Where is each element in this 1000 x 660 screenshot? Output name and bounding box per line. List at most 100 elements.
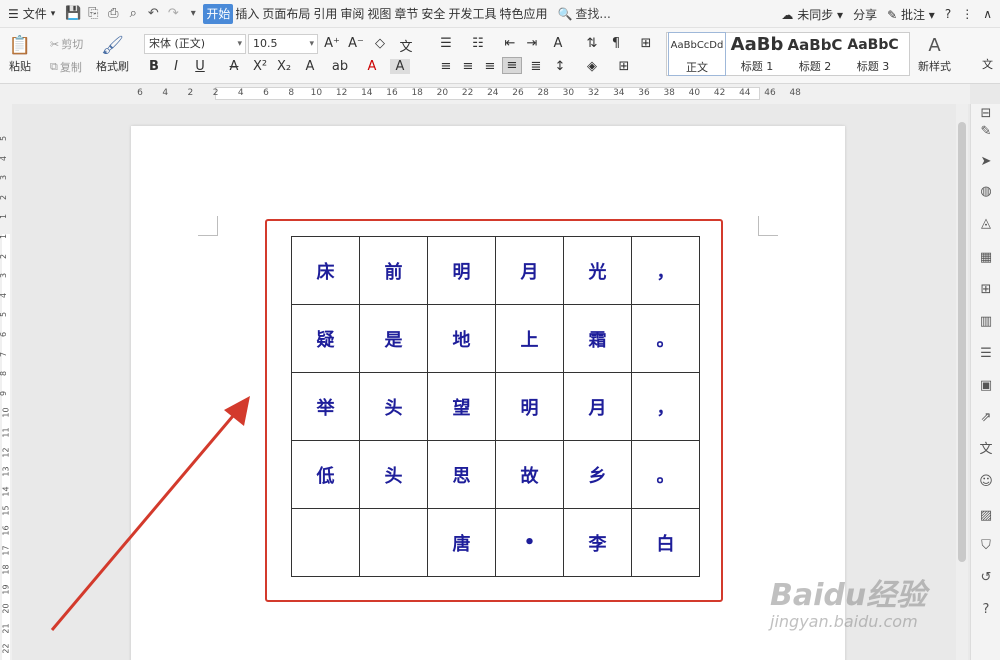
phonetic-icon[interactable]: 文 bbox=[396, 36, 416, 55]
new-style-button[interactable]: A 新样式 bbox=[918, 34, 951, 74]
print-preview-icon[interactable]: ⌕ bbox=[123, 4, 143, 24]
table-cell[interactable]: 明 bbox=[495, 372, 564, 441]
table-cell[interactable]: 明 bbox=[427, 236, 496, 305]
table-cell[interactable]: 地 bbox=[427, 304, 496, 373]
style-heading-2[interactable]: AaBbC 标题 2 bbox=[786, 32, 844, 76]
table-cell[interactable]: 思 bbox=[427, 440, 496, 509]
table-cell[interactable] bbox=[359, 508, 428, 577]
shading-icon[interactable]: ◈ bbox=[582, 59, 602, 74]
copy-button[interactable]: ⧉ 复制 bbox=[50, 59, 82, 75]
subscript-icon[interactable]: X₂ bbox=[274, 59, 294, 74]
style-normal[interactable]: AaBbCcDd 正文 bbox=[668, 32, 726, 76]
clear-format-icon[interactable]: ◇ bbox=[370, 36, 390, 51]
table-cell[interactable]: 上 bbox=[495, 304, 564, 373]
tab-security[interactable]: 安全 bbox=[420, 4, 446, 24]
help-icon[interactable]: ? bbox=[945, 7, 951, 21]
table-cell[interactable]: 故 bbox=[495, 440, 564, 509]
pen-icon[interactable]: ✎ bbox=[978, 124, 994, 140]
bold-icon[interactable]: B bbox=[144, 59, 164, 74]
decrease-indent-icon[interactable]: ⇤ bbox=[500, 36, 520, 51]
image-gallery-icon[interactable]: ▣ bbox=[978, 378, 994, 394]
collapse-ribbon-icon[interactable]: ∧ bbox=[983, 7, 992, 21]
table-cell[interactable]: 是 bbox=[359, 304, 428, 373]
vertical-ruler[interactable]: 5432112345678910111213141516171819202122 bbox=[0, 104, 12, 660]
history-icon[interactable]: ↺ bbox=[978, 570, 994, 586]
table-cell[interactable]: 李 bbox=[563, 508, 632, 577]
tab-special-apps[interactable]: 特色应用 bbox=[498, 4, 548, 24]
picture-icon[interactable]: ▨ bbox=[978, 508, 994, 524]
table-cell[interactable]: 唐 bbox=[427, 508, 496, 577]
strikethrough-icon[interactable]: A bbox=[224, 59, 244, 74]
help-circle-icon[interactable]: ? bbox=[978, 602, 994, 618]
table-cell[interactable] bbox=[291, 508, 360, 577]
more-icon[interactable]: ⋮ bbox=[961, 7, 973, 21]
bullets-icon[interactable]: ☰ bbox=[436, 36, 456, 51]
table-cell[interactable]: 望 bbox=[427, 372, 496, 441]
show-marks-icon[interactable]: ¶ bbox=[606, 36, 626, 51]
print-icon[interactable]: ⎙ bbox=[103, 4, 123, 24]
scrollbar-thumb[interactable] bbox=[958, 122, 966, 562]
more-label[interactable]: 文 bbox=[982, 56, 993, 72]
shapes-icon[interactable]: ◍ bbox=[978, 184, 994, 200]
paste-button[interactable]: 📋 粘贴 bbox=[8, 34, 32, 74]
table-cell[interactable]: 床 bbox=[291, 236, 360, 305]
comment-button[interactable]: ✎ 批注 ▾ bbox=[887, 6, 935, 23]
italic-icon[interactable]: I bbox=[166, 59, 186, 74]
align-left-icon[interactable]: ≡ bbox=[436, 59, 456, 74]
table-cell[interactable]: ， bbox=[631, 372, 700, 441]
align-center-icon[interactable]: ≡ bbox=[458, 59, 478, 74]
sync-status[interactable]: ☁ 未同步 ▾ bbox=[781, 6, 843, 23]
table-cell[interactable]: 低 bbox=[291, 440, 360, 509]
grow-font-icon[interactable]: A⁺ bbox=[322, 36, 342, 51]
table-cell[interactable]: 月 bbox=[563, 372, 632, 441]
align-right-icon[interactable]: ≡ bbox=[480, 59, 500, 74]
table-cell[interactable]: • bbox=[495, 508, 564, 577]
export-icon[interactable]: ⎘ bbox=[83, 4, 103, 24]
format-painter-button[interactable]: 🖌 格式刷 bbox=[96, 34, 129, 74]
tab-developer[interactable]: 开发工具 bbox=[447, 4, 497, 24]
select-cursor-icon[interactable]: ➤ bbox=[978, 154, 994, 170]
font-size-dropdown[interactable]: 10.5 bbox=[248, 34, 318, 54]
text-effect-icon[interactable]: A bbox=[300, 59, 320, 74]
file-menu[interactable]: ☰ 文件 ▾ bbox=[0, 0, 63, 28]
tab-review[interactable]: 审阅 bbox=[339, 4, 365, 24]
style-heading-1[interactable]: AaBb 标题 1 bbox=[728, 32, 786, 76]
table-cell[interactable]: 头 bbox=[359, 440, 428, 509]
search-button[interactable]: 🔍 查找... bbox=[557, 5, 610, 22]
underline-icon[interactable]: U bbox=[190, 59, 210, 74]
table-cell[interactable]: 疑 bbox=[291, 304, 360, 373]
adjust-icon[interactable]: ☰ bbox=[978, 346, 994, 362]
distributed-icon[interactable]: ≣ bbox=[526, 59, 546, 74]
font-name-dropdown[interactable]: 宋体 (正文) bbox=[144, 34, 246, 54]
table-cell[interactable]: 霜 bbox=[563, 304, 632, 373]
borders-icon[interactable]: ⊞ bbox=[614, 59, 634, 74]
table-border-icon[interactable]: ⊞ bbox=[636, 36, 656, 51]
table-cell[interactable]: 。 bbox=[631, 440, 700, 509]
tab-view[interactable]: 视图 bbox=[366, 4, 392, 24]
table-cell[interactable]: ， bbox=[631, 236, 700, 305]
export-share-icon[interactable]: ⇗ bbox=[978, 410, 994, 426]
redo-icon[interactable]: ↷ bbox=[163, 4, 183, 24]
table-cell[interactable]: 举 bbox=[291, 372, 360, 441]
tab-page-layout[interactable]: 页面布局 bbox=[261, 4, 311, 24]
style-heading-3[interactable]: AaBbC 标题 3 bbox=[844, 32, 902, 76]
save-icon[interactable]: 💾 bbox=[63, 4, 83, 24]
tab-insert[interactable]: 插入 bbox=[234, 4, 260, 24]
sidebar-collapse-icon[interactable]: ⊟ bbox=[978, 106, 994, 122]
sort-icon[interactable]: ⇅ bbox=[582, 36, 602, 51]
superscript-icon[interactable]: X² bbox=[250, 59, 270, 74]
vertical-scrollbar[interactable] bbox=[956, 104, 968, 660]
chinese-layout-icon[interactable]: A bbox=[548, 36, 568, 51]
chart-icon[interactable]: ▥ bbox=[978, 314, 994, 330]
apps-grid-icon[interactable]: ⊞ bbox=[978, 282, 994, 298]
shield-icon[interactable]: ⛉ bbox=[978, 538, 994, 554]
assistant-icon[interactable]: ☺ bbox=[978, 474, 994, 490]
font-color-icon[interactable]: A bbox=[362, 59, 382, 74]
tab-references[interactable]: 引用 bbox=[312, 4, 338, 24]
table-cell[interactable]: 头 bbox=[359, 372, 428, 441]
table-cell[interactable]: 月 bbox=[495, 236, 564, 305]
increase-indent-icon[interactable]: ⇥ bbox=[522, 36, 542, 51]
char-shading-icon[interactable]: A bbox=[390, 59, 410, 74]
table-cell[interactable]: 光 bbox=[563, 236, 632, 305]
table-cell[interactable]: 前 bbox=[359, 236, 428, 305]
